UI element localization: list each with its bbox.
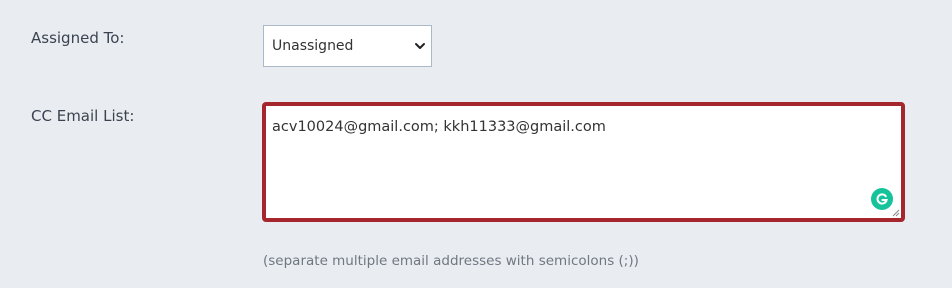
assigned-to-selected-value: Unassigned xyxy=(272,38,354,54)
assigned-to-label: Assigned To: xyxy=(31,29,125,47)
chevron-down-icon xyxy=(415,43,425,49)
assigned-to-select[interactable]: Unassigned xyxy=(263,25,432,67)
cc-email-helper-text: (separate multiple email addresses with … xyxy=(263,253,639,269)
grammarly-icon[interactable] xyxy=(871,188,893,210)
resize-handle-icon[interactable] xyxy=(892,209,900,217)
cc-email-textarea[interactable]: acv10024@gmail.com; kkh11333@gmail.com xyxy=(262,102,905,222)
cc-email-value: acv10024@gmail.com; kkh11333@gmail.com xyxy=(272,119,606,135)
cc-email-label: CC Email List: xyxy=(31,107,135,125)
